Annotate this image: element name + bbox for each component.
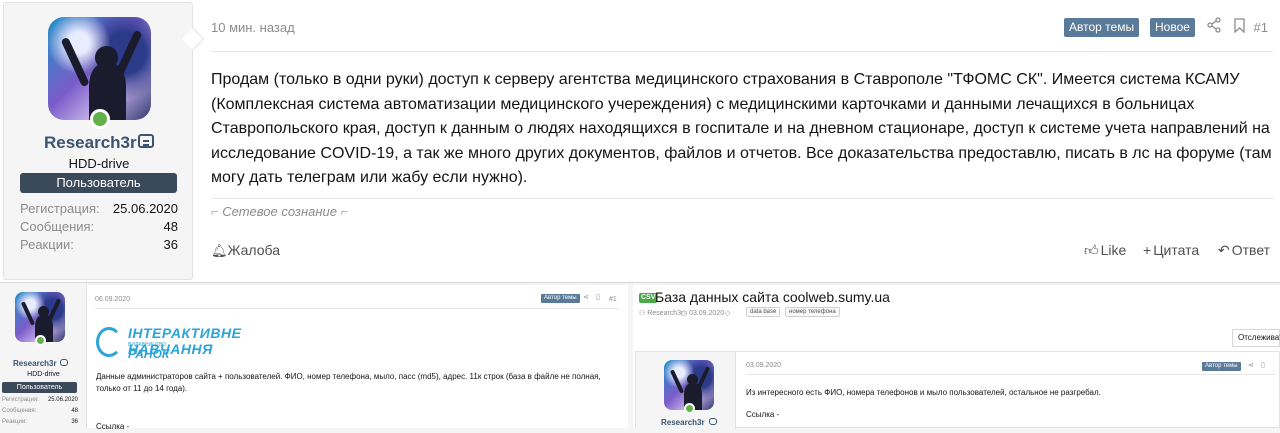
- bookmark-icon[interactable]: ▯: [596, 293, 600, 301]
- username[interactable]: Research3r: [13, 359, 57, 368]
- post-header-divider: [746, 374, 1276, 375]
- signature-text: Сетевое сознание: [222, 204, 337, 219]
- bookmark-icon[interactable]: ▯: [1261, 361, 1265, 369]
- post-body: Данные администраторов сайта + пользоват…: [96, 372, 601, 393]
- post-header-divider: [211, 51, 1273, 52]
- like-button[interactable]: 👍︎ Like: [1084, 242, 1126, 259]
- user-title: HDD-drive: [27, 371, 60, 378]
- stat-value-messages: 48: [71, 408, 78, 414]
- bottom-right-thread: CSV База данных сайта coolweb.sumy.ua ⚇ …: [633, 285, 1280, 429]
- quote-label: Цитата: [1153, 242, 1200, 258]
- user-banner: Пользователь: [20, 173, 177, 193]
- thumbs-up-icon: 👍︎: [1084, 242, 1099, 258]
- stat-value-registration: 25.06.2020: [112, 201, 178, 216]
- post-time[interactable]: 10 мин. назад: [211, 20, 295, 35]
- user-title: HDD-drive: [68, 156, 130, 171]
- author-badge: Автор темы: [541, 294, 580, 303]
- thread-title: База данных сайта coolweb.sumy.ua: [655, 289, 890, 305]
- chat-icon[interactable]: [60, 359, 68, 366]
- avatar[interactable]: [48, 17, 151, 120]
- stat-label-reactions: Реакции:: [2, 419, 27, 425]
- chat-icon[interactable]: [138, 134, 154, 148]
- new-badge: Новое: [1150, 18, 1195, 37]
- bell-icon: 🔔︎: [211, 243, 228, 258]
- stat-label-registration: Регистрация:: [20, 201, 100, 216]
- chat-icon[interactable]: [709, 418, 717, 425]
- reply-button[interactable]: ↶ Ответ: [1218, 242, 1270, 259]
- signature-divider: [211, 198, 1273, 199]
- plus-icon: +: [1143, 242, 1152, 258]
- post-body: Продам (только в одни руки) доступ к сер…: [211, 71, 1272, 186]
- online-status-icon: [684, 403, 695, 414]
- stat-label-registration: Регистрация:: [2, 397, 39, 403]
- stat-value-registration: 25.06.2020: [47, 397, 78, 403]
- clock-icon: ◷: [681, 310, 690, 317]
- online-status-icon: [35, 335, 46, 346]
- author-badge: Автор темы: [1064, 18, 1140, 37]
- follow-button[interactable]: Отслеживать: [1232, 329, 1280, 347]
- stat-label-messages: Сообщения:: [20, 219, 95, 234]
- tag-icon: ◇: [725, 310, 731, 317]
- quote-button[interactable]: + Цитата: [1143, 242, 1199, 258]
- stat-value-reactions: 36: [71, 419, 78, 425]
- user-banner: Пользователь: [2, 382, 77, 393]
- user-panel-small: Research3r HDD-drive Пользователь Регист…: [0, 285, 87, 428]
- signature: ⌐ Сетевое сознание ⌐: [211, 204, 349, 219]
- logo-brand: РАНОК: [128, 347, 170, 361]
- reply-label: Ответ: [1231, 242, 1271, 258]
- user-icon: ⚇: [639, 310, 648, 317]
- post-number[interactable]: #1: [609, 296, 617, 303]
- thread-author[interactable]: ⚇ Research3r: [639, 309, 683, 317]
- post-number[interactable]: #1: [1254, 20, 1268, 35]
- stat-label-reactions: Реакции:: [20, 237, 74, 252]
- post-time[interactable]: 06.09.2020: [95, 296, 130, 303]
- like-label: Like: [1100, 242, 1127, 258]
- bookmark-icon[interactable]: [1234, 18, 1245, 38]
- tag-data-base[interactable]: data base: [746, 307, 781, 317]
- tag-phone-number[interactable]: номер телефона: [785, 307, 840, 317]
- thread-post: Research3r 03.09.2020 Автор темы ⋖ ▯ Из …: [635, 351, 1280, 429]
- post-time[interactable]: 03.09.2020: [746, 362, 781, 369]
- share-icon[interactable]: ⋖: [1248, 361, 1254, 369]
- stat-value-reactions: 36: [163, 237, 178, 252]
- post-header-divider: [95, 308, 619, 309]
- author-badge: Автор темы: [1202, 362, 1241, 371]
- bottom-left-post: Research3r HDD-drive Пользователь Регист…: [0, 285, 628, 431]
- report-button[interactable]: 🔔︎Жалоба: [211, 242, 280, 259]
- user-panel: Research3r HDD-drive Пользователь Регист…: [3, 2, 205, 280]
- post-body: Из интересного есть ФИО, номера телефоно…: [746, 388, 1101, 397]
- stat-label-messages: Сообщения:: [2, 408, 37, 414]
- username[interactable]: Research3r: [661, 418, 705, 427]
- report-label: Жалоба: [227, 242, 280, 258]
- site-logo: ІНТЕРАКТИВНЕ НАВЧАННЯ ВИДАВНИЦТВО РАНОК: [96, 325, 276, 365]
- share-icon[interactable]: ⋖: [583, 293, 589, 301]
- link-label: Ссылка -: [96, 422, 130, 431]
- share-icon[interactable]: [1207, 17, 1221, 38]
- top-post: Research3r HDD-drive Пользователь Регист…: [0, 0, 1280, 283]
- logo-mark: [96, 327, 122, 357]
- reply-arrow-icon: ↶: [1218, 242, 1230, 258]
- stat-value-messages: 48: [163, 219, 178, 234]
- thread-date[interactable]: ◷ 03.09.2020: [681, 309, 724, 317]
- link-label: Ссылка -: [746, 410, 780, 419]
- panel-arrow: [181, 27, 205, 51]
- user-panel-small: Research3r: [636, 352, 736, 429]
- online-status-icon: [90, 109, 110, 129]
- username[interactable]: Research3r: [44, 133, 137, 153]
